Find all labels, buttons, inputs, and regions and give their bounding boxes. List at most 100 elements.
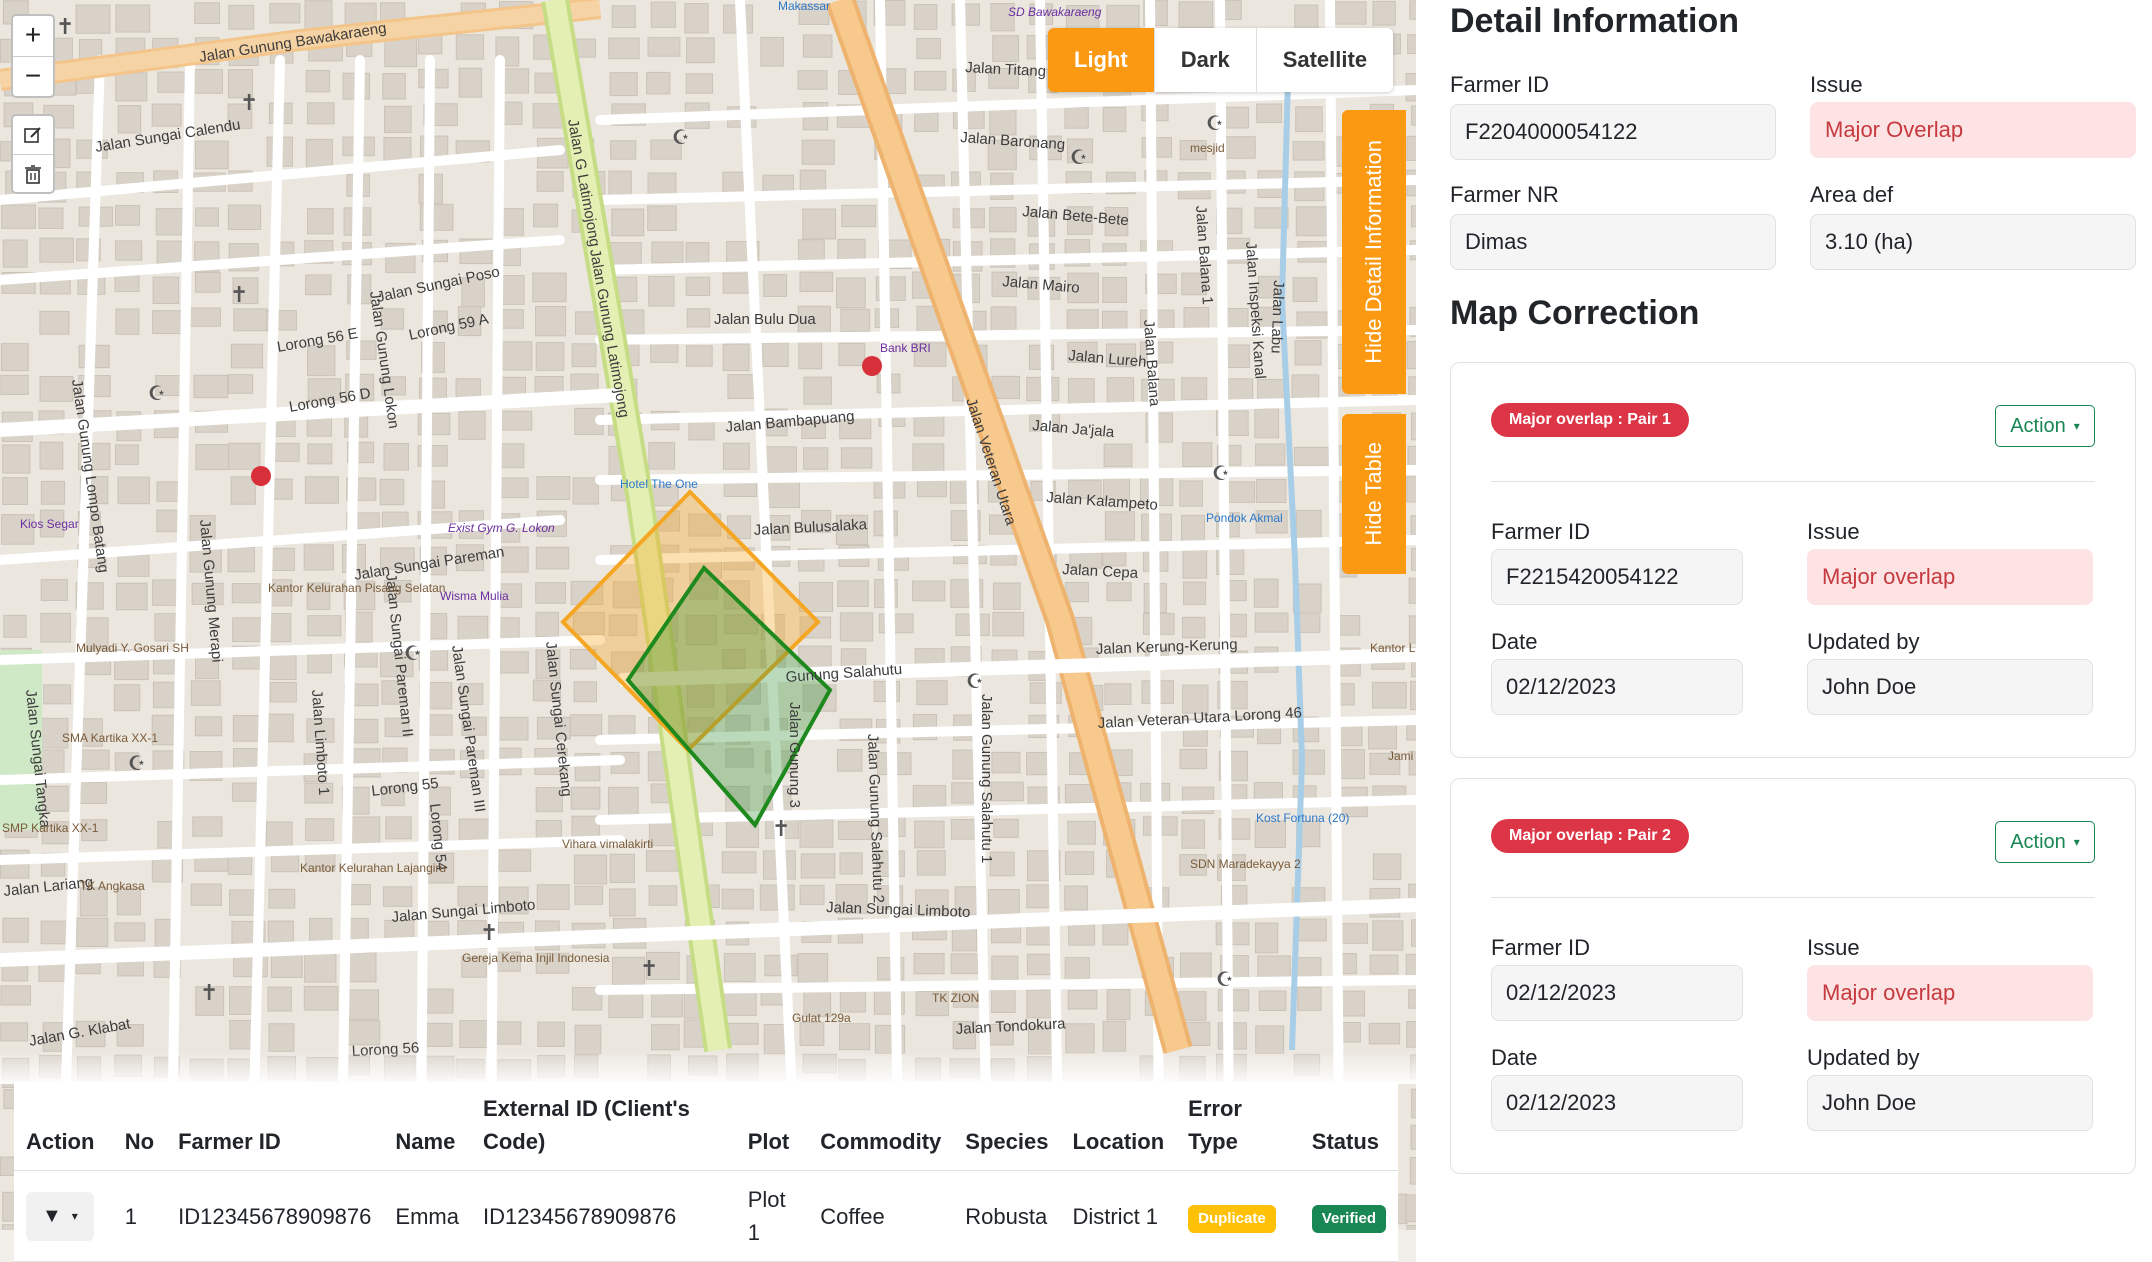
building-block (117, 476, 150, 505)
building-block (532, 272, 567, 303)
detail-panel: Detail Information Farmer ID F2204000054… (1416, 0, 2152, 1262)
building-block (303, 985, 339, 1011)
trash-icon (25, 164, 41, 184)
farmer-id-field[interactable]: 02/12/2023 (1491, 965, 1743, 1021)
building-block (1103, 443, 1133, 468)
building-block (194, 716, 223, 737)
cell-error-type: Duplicate (1176, 1170, 1300, 1262)
building-block (799, 819, 834, 848)
building-block (535, 546, 570, 570)
farmer-table-container: Action No Farmer ID Name External ID (Cl… (14, 1082, 1398, 1262)
pair-badge: Major overlap : Pair 2 (1491, 819, 1689, 853)
building-block (1, 204, 37, 229)
building-block (1215, 922, 1250, 946)
building-block (992, 582, 1021, 610)
building-block (1256, 103, 1283, 124)
hide-table-tab[interactable]: Hide Table (1342, 414, 1406, 574)
zoom-control: + − (11, 14, 55, 98)
building-block (648, 442, 676, 470)
building-block (1295, 206, 1330, 237)
building-block (497, 410, 533, 431)
building-block (916, 477, 947, 498)
building-block (760, 36, 784, 67)
poi-label: Jami (1388, 749, 1413, 763)
building-block (1297, 986, 1322, 1011)
building-block (573, 681, 597, 703)
building-block (494, 1021, 522, 1045)
updated-by-field[interactable]: John Doe (1807, 1075, 2093, 1131)
cell-name: Emma (383, 1170, 471, 1262)
poi-label: Kios Segar (20, 517, 79, 531)
map-view[interactable]: Jalan Gunung Bawakaraeng Jalan Titang Ja… (0, 0, 1416, 1262)
zoom-out-button[interactable]: − (13, 56, 53, 96)
building-block (722, 343, 750, 372)
building-block (43, 684, 72, 705)
caret-down-icon: ▾ (2073, 419, 2080, 433)
building-block (912, 580, 946, 602)
layer-dark-button[interactable]: Dark (1153, 28, 1256, 92)
building-block (496, 849, 532, 872)
cell-commodity: Coffee (808, 1170, 954, 1262)
poi-label: Gulat 129a (792, 1011, 851, 1025)
building-block (1406, 476, 1416, 503)
layer-satellite-button[interactable]: Satellite (1255, 28, 1394, 92)
edit-layer-button[interactable] (13, 116, 53, 154)
building-block (536, 884, 570, 910)
building-block (458, 411, 486, 440)
building-block (574, 885, 604, 905)
building-block (1064, 851, 1095, 875)
building-block (227, 546, 255, 573)
poi-label: Kost Fortuna (20) (1256, 811, 1349, 825)
pair-badge: Major overlap : Pair 1 (1491, 403, 1689, 437)
row-action-dropdown[interactable]: ▼ ▾ (26, 1191, 94, 1241)
building-block (801, 139, 835, 165)
delete-layer-button[interactable] (13, 154, 53, 192)
col-species: Species (953, 1082, 1061, 1171)
building-block (227, 374, 254, 394)
building-block (0, 985, 31, 1006)
building-block (458, 67, 483, 98)
church-icon: ✝ (772, 816, 790, 841)
error-type-badge: Duplicate (1188, 1205, 1276, 1233)
action-button[interactable]: Action ▾ (1995, 405, 2095, 447)
building-block (536, 171, 564, 192)
building-block (646, 71, 671, 95)
building-block (1182, 548, 1208, 579)
date-field[interactable]: 02/12/2023 (1491, 659, 1743, 715)
issue-field[interactable]: Major overlap (1807, 549, 2093, 605)
building-block (306, 102, 335, 125)
updated-by-field[interactable]: John Doe (1807, 659, 2093, 715)
layer-switcher: Light Dark Satellite (1048, 28, 1394, 92)
building-block (797, 953, 829, 983)
building-block (305, 138, 333, 170)
layer-light-button[interactable]: Light (1048, 28, 1154, 92)
building-block (230, 476, 256, 505)
mosque-icon: ☪ (148, 383, 166, 405)
building-block (1408, 577, 1416, 604)
building-block (762, 342, 789, 367)
building-block (304, 476, 339, 504)
building-block (499, 651, 529, 674)
building-block (799, 884, 825, 905)
chevron-down-icon: ▾ (71, 1208, 78, 1223)
mosque-icon: ☪ (1216, 969, 1234, 991)
zoom-in-button[interactable]: + (13, 16, 53, 56)
building-block (269, 3, 301, 24)
church-icon: ✝ (230, 282, 248, 307)
poi-label: TK Angkasa (80, 879, 145, 893)
issue-field[interactable]: Major overlap (1807, 965, 2093, 1021)
farmer-nr-field[interactable]: Dimas (1450, 214, 1776, 270)
building-block (0, 343, 29, 372)
area-field[interactable]: 3.10 (ha) (1810, 214, 2136, 270)
building-block (76, 917, 109, 948)
issue-field[interactable]: Major Overlap (1810, 102, 2136, 158)
table-row[interactable]: ▼ ▾ 1 ID12345678909876 Emma ID12345678909… (14, 1170, 1398, 1262)
action-button[interactable]: Action ▾ (1995, 821, 2095, 863)
farmer-id-field[interactable]: F2204000054122 (1450, 104, 1776, 160)
building-block (799, 1021, 825, 1046)
farmer-id-field[interactable]: F2215420054122 (1491, 549, 1743, 605)
date-field[interactable]: 02/12/2023 (1491, 1075, 1743, 1131)
mosque-icon: ☪ (1212, 463, 1230, 485)
building-block (1372, 0, 1396, 26)
hide-detail-tab[interactable]: Hide Detail Information (1342, 110, 1406, 394)
